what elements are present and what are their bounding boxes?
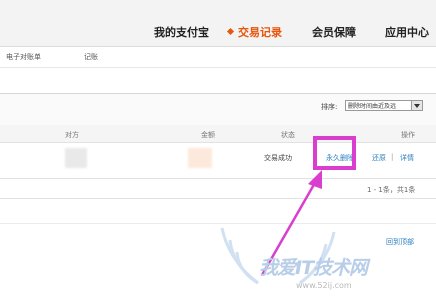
details-link[interactable]: 详情 (400, 153, 414, 163)
subnav-electronic-statement[interactable]: 电子对账单 (6, 52, 41, 62)
sub-navigation-bar (0, 47, 436, 68)
chevron-down-icon[interactable] (411, 101, 422, 110)
divider (0, 223, 436, 224)
action-separator: | (391, 153, 394, 161)
column-header-amount: 金额 (201, 131, 215, 139)
column-header-status: 状态 (281, 131, 295, 139)
highlight-box (313, 136, 356, 170)
sort-select[interactable]: 删除时间由近及远 (345, 100, 423, 111)
column-header-action: 操作 (401, 131, 415, 139)
redacted-party-name (65, 148, 87, 168)
watermark-logo: 我爱IT技术网 (259, 257, 368, 279)
redacted-amount (188, 148, 212, 168)
pagination-summary: 1 - 1条，共1条 (367, 186, 416, 194)
restore-link[interactable]: 还原 (372, 153, 386, 163)
subnav-bookkeeping[interactable]: 记账 (84, 52, 98, 62)
top-navigation-bar (0, 0, 436, 47)
nav-member-protection[interactable]: 会员保障 (312, 24, 356, 40)
sort-select-value: 删除时间由近及远 (348, 103, 397, 110)
nav-transaction-records[interactable]: 交易记录 (238, 24, 282, 40)
watermark-url: www.52ij.com (296, 281, 352, 290)
divider (0, 198, 436, 199)
column-header-party: 对方 (65, 131, 79, 139)
back-to-top-link[interactable]: 回到顶部 (386, 237, 414, 247)
nav-my-alipay[interactable]: 我的支付宝 (154, 24, 209, 40)
sort-label: 排序: (321, 103, 338, 111)
row-status: 交易成功 (264, 154, 292, 162)
nav-app-center[interactable]: 应用中心 (385, 24, 429, 40)
